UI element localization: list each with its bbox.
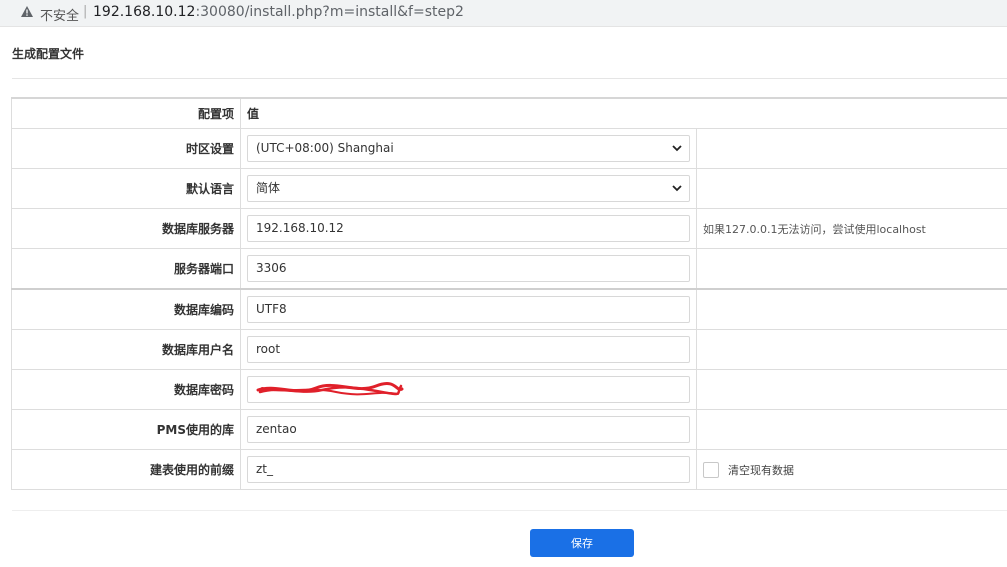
db-port-input[interactable]: 3306 — [247, 255, 690, 282]
timezone-value: (UTC+08:00) Shanghai — [256, 141, 394, 155]
db-password-input[interactable] — [247, 376, 690, 403]
header-item: 配置项 — [11, 97, 241, 129]
table-row: 数据库编码 UTF8 — [11, 288, 1007, 330]
db-port-extra — [695, 248, 1007, 290]
db-user-extra — [695, 329, 1007, 370]
table-row: 时区设置 (UTC+08:00) Shanghai — [11, 128, 1007, 169]
db-password-label: 数据库密码 — [11, 369, 241, 410]
db-prefix-label: 建表使用的前缀 — [11, 449, 241, 490]
timezone-select[interactable]: (UTC+08:00) Shanghai — [247, 135, 690, 162]
table-row: 数据库服务器 192.168.10.12 如果127.0.0.1无法访问，尝试使… — [11, 208, 1007, 249]
db-host-input[interactable]: 192.168.10.12 — [247, 215, 690, 242]
timezone-label: 时区设置 — [11, 128, 241, 169]
db-user-label: 数据库用户名 — [11, 329, 241, 370]
browser-address-bar[interactable]: 不安全 | 192.168.10.12:30080/install.php?m=… — [0, 0, 1007, 27]
db-encoding-extra — [695, 288, 1007, 330]
table-row: 默认语言 简体 — [11, 168, 1007, 209]
db-encoding-label: 数据库编码 — [11, 288, 241, 330]
db-port-label: 服务器端口 — [11, 248, 241, 290]
db-prefix-input[interactable]: zt_ — [247, 456, 690, 483]
db-password-extra — [695, 369, 1007, 410]
timezone-extra — [695, 128, 1007, 169]
db-name-input[interactable]: zentao — [247, 416, 690, 443]
db-host-label: 数据库服务器 — [11, 208, 241, 249]
security-label[interactable]: 不安全 — [40, 5, 79, 24]
warning-icon — [21, 6, 33, 17]
config-table: 配置项 值 时区设置 (UTC+08:00) Shanghai 默认语言 简体 — [11, 97, 1007, 490]
url-host: 192.168.10.12 — [93, 4, 196, 20]
clear-data-label[interactable]: 清空现有数据 — [728, 462, 794, 478]
chevron-down-icon — [672, 145, 682, 152]
db-user-input[interactable]: root — [247, 336, 690, 363]
url-path: :30080/install.php?m=install&f=step2 — [195, 4, 464, 20]
title-divider — [12, 78, 1007, 79]
footer-divider — [12, 510, 1007, 511]
url-text[interactable]: 192.168.10.12:30080/install.php?m=instal… — [93, 4, 464, 20]
table-row: 数据库密码 — [11, 369, 1007, 410]
table-row: PMS使用的库 zentao — [11, 409, 1007, 450]
db-host-hint: 如果127.0.0.1无法访问，尝试使用localhost — [703, 222, 926, 236]
header-value: 值 — [239, 97, 1007, 129]
redaction-scribble — [256, 382, 404, 396]
table-header-row: 配置项 值 — [11, 97, 1007, 129]
security-separator: | — [83, 4, 88, 19]
clear-data-option[interactable]: 清空现有数据 — [703, 461, 1002, 478]
table-row: 建表使用的前缀 zt_ 清空现有数据 — [11, 449, 1007, 490]
save-button[interactable]: 保存 — [530, 529, 634, 557]
db-encoding-input[interactable]: UTF8 — [247, 296, 690, 323]
db-name-label: PMS使用的库 — [11, 409, 241, 450]
language-label: 默认语言 — [11, 168, 241, 209]
language-select[interactable]: 简体 — [247, 175, 690, 202]
language-value: 简体 — [256, 181, 281, 195]
table-row: 数据库用户名 root — [11, 329, 1007, 370]
table-row: 服务器端口 3306 — [11, 248, 1007, 290]
chevron-down-icon — [672, 185, 682, 192]
language-extra — [695, 168, 1007, 209]
clear-data-checkbox[interactable] — [703, 461, 719, 478]
page-title: 生成配置文件 — [12, 47, 85, 61]
db-name-extra — [695, 409, 1007, 450]
